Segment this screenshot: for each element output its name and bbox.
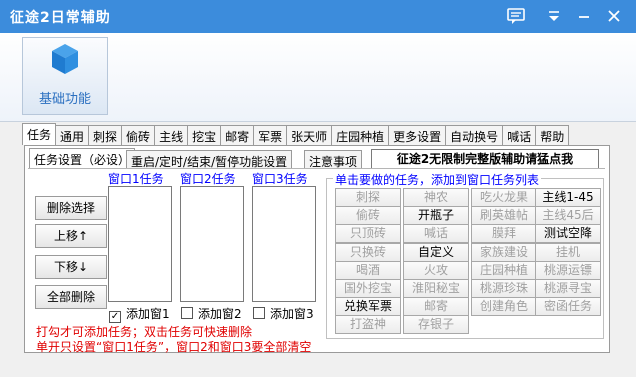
- tab-steal-brick[interactable]: 偷砖: [121, 125, 156, 145]
- task-button[interactable]: 桃源珍珠: [471, 279, 537, 298]
- title-bar: 征途2日常辅助: [0, 0, 636, 33]
- move-down-button[interactable]: 下移↓: [35, 255, 107, 279]
- task-button[interactable]: 开瓶子: [403, 206, 469, 225]
- task-button[interactable]: 只换砖: [335, 243, 401, 262]
- tab-spy[interactable]: 刺探: [88, 125, 123, 145]
- task-button[interactable]: 膜拜: [471, 224, 537, 243]
- tab-auto-switch-account[interactable]: 自动换号: [445, 125, 504, 145]
- task-settings-page: 窗口1任务 窗口2任务 窗口3任务 删除选择 上移↑ 下移↓ 全部删除 ✓ 添加窗…: [28, 168, 605, 354]
- task-button[interactable]: 国外挖宝: [335, 279, 401, 298]
- add-window1-label: 添加窗1: [126, 307, 170, 321]
- tab-manor-planting[interactable]: 庄园种植: [331, 125, 390, 145]
- task-button[interactable]: 创建角色: [471, 297, 537, 316]
- subtab-task-settings[interactable]: 任务设置（必设）: [29, 148, 136, 170]
- task-button[interactable]: 主线45后: [535, 206, 601, 225]
- task-button[interactable]: 庄园种植: [471, 261, 537, 280]
- minimize-icon[interactable]: [574, 7, 594, 25]
- tab-mail[interactable]: 邮寄: [220, 125, 255, 145]
- task-picker-title: 单击要做的任务，添加到窗口任务列表: [333, 171, 542, 188]
- move-up-button[interactable]: 上移↑: [35, 224, 107, 248]
- full-version-promo-button[interactable]: 征途2无限制完整版辅助请猛点我: [371, 149, 599, 169]
- window3-tasks-label: 窗口3任务: [252, 172, 308, 186]
- task-button[interactable]: 测试空降: [535, 224, 601, 243]
- task-button[interactable]: 邮寄: [403, 297, 469, 316]
- close-icon[interactable]: [604, 7, 624, 25]
- task-button[interactable]: 刺探: [335, 188, 401, 207]
- task-button[interactable]: 密函任务: [535, 297, 601, 316]
- window-title: 征途2日常辅助: [10, 10, 111, 26]
- note-line-2: 单开只设置“窗口1任务”，窗口2和窗口3要全部清空: [36, 340, 312, 354]
- add-window3-label: 添加窗3: [270, 307, 314, 321]
- tab-shout[interactable]: 喊话: [502, 125, 537, 145]
- window3-task-list[interactable]: [252, 186, 316, 302]
- checkbox-unchecked-icon: [253, 307, 265, 319]
- window2-tasks-label: 窗口2任务: [180, 172, 236, 186]
- tab-zhang-tianshi[interactable]: 张天师: [286, 125, 333, 145]
- task-button[interactable]: 喝酒: [335, 261, 401, 280]
- task-button[interactable]: 只顶砖: [335, 224, 401, 243]
- delete-selected-button[interactable]: 删除选择: [35, 196, 107, 220]
- task-picker-group: 单击要做的任务，添加到窗口任务列表 刺探 神农 吃火龙果 主线1-45 偷砖 开瓶子 刷英雄…: [326, 171, 604, 339]
- subtab-notes[interactable]: 注意事项: [304, 150, 363, 170]
- task-button[interactable]: 神农: [403, 188, 469, 207]
- task-button[interactable]: 吃火龙果: [471, 188, 537, 207]
- tab-general[interactable]: 通用: [55, 125, 90, 145]
- task-button[interactable]: 自定义: [403, 243, 469, 262]
- tab-more-settings[interactable]: 更多设置: [388, 125, 447, 145]
- task-button[interactable]: 挂机: [535, 243, 601, 262]
- checkbox-checked-icon: ✓: [109, 311, 121, 323]
- tab-help[interactable]: 帮助: [535, 125, 570, 145]
- tab-task[interactable]: 任务: [22, 123, 57, 145]
- cube-icon: [52, 44, 78, 74]
- menu-dropdown-icon[interactable]: [544, 7, 564, 25]
- window1-task-list[interactable]: [108, 186, 172, 302]
- task-button[interactable]: 存银子: [403, 315, 469, 334]
- add-window2-checkbox[interactable]: 添加窗2: [181, 305, 242, 322]
- task-button[interactable]: 打盗神: [335, 315, 401, 334]
- window1-tasks-label: 窗口1任务: [108, 172, 164, 186]
- task-button[interactable]: 主线1-45: [535, 188, 601, 207]
- window2-task-list[interactable]: [180, 186, 244, 302]
- task-button[interactable]: 桃源运镖: [535, 261, 601, 280]
- tab-treasure-dig[interactable]: 挖宝: [187, 125, 222, 145]
- tab-main-quest[interactable]: 主线: [154, 125, 189, 145]
- task-button[interactable]: 兑换军票: [335, 297, 401, 316]
- task-panel: 任务设置（必设） 重启/定时/结束/暂停功能设置 注意事项 征途2无限制完整版辅…: [24, 145, 610, 354]
- add-window3-checkbox[interactable]: 添加窗3: [253, 305, 314, 322]
- task-button[interactable]: 偷砖: [335, 206, 401, 225]
- task-button[interactable]: 淮阳秘宝: [403, 279, 469, 298]
- checkbox-unchecked-icon: [181, 307, 193, 319]
- message-icon[interactable]: [506, 7, 526, 25]
- main-tab-bar: 任务 通用 刺探 偷砖 主线 挖宝 邮寄 军票 张天师 庄园种植 更多设置 自动…: [22, 123, 570, 145]
- subtab-restart-timer-settings[interactable]: 重启/定时/结束/暂停功能设置: [126, 150, 293, 170]
- ribbon-button-label: 基础功能: [38, 92, 91, 107]
- task-button[interactable]: 刷英雄帖: [471, 206, 537, 225]
- task-button[interactable]: 火攻: [403, 261, 469, 280]
- task-button[interactable]: 桃源寻宝: [535, 279, 601, 298]
- task-button[interactable]: 家族建设: [471, 243, 537, 262]
- add-window1-checkbox[interactable]: ✓ 添加窗1: [109, 305, 170, 323]
- ribbon: 基础功能: [0, 33, 636, 122]
- add-window2-label: 添加窗2: [198, 307, 242, 321]
- delete-all-button[interactable]: 全部删除: [35, 285, 107, 309]
- tab-military-ticket[interactable]: 军票: [253, 125, 288, 145]
- task-button[interactable]: 喊话: [403, 224, 469, 243]
- basic-functions-button[interactable]: 基础功能: [22, 37, 108, 115]
